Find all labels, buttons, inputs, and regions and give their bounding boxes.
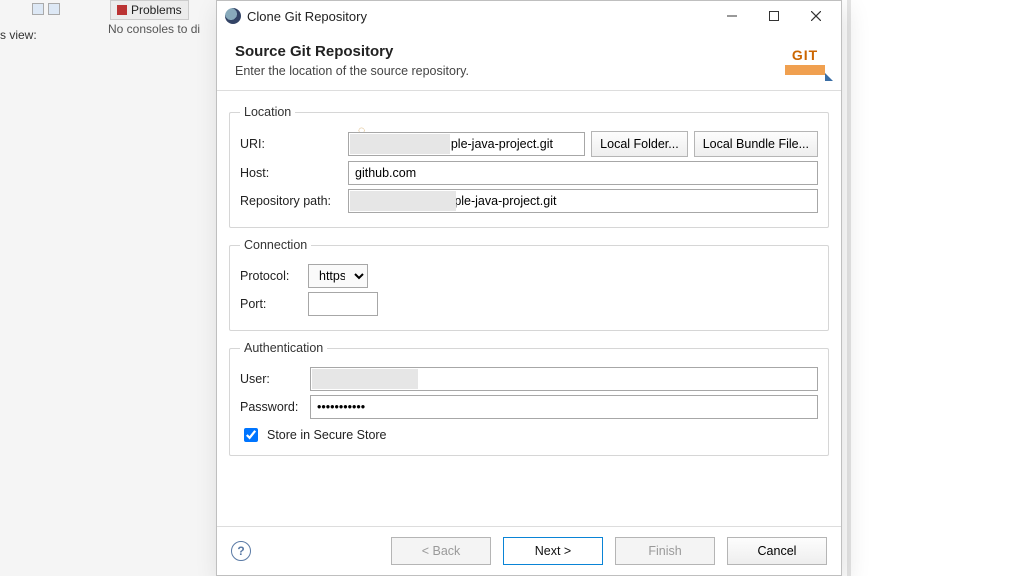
back-button[interactable]: < Back xyxy=(391,537,491,565)
store-secure-row[interactable]: Store in Secure Store xyxy=(240,425,818,445)
uri-label: URI: xyxy=(240,137,342,151)
wizard-header: Source Git Repository Enter the location… xyxy=(217,31,841,91)
bg-noconsole-text: No consoles to di xyxy=(108,22,200,36)
help-icon: ? xyxy=(237,544,244,558)
host-label: Host: xyxy=(240,166,342,180)
connection-group: Connection Protocol: https Port: xyxy=(229,238,829,331)
bg-view-suffix: s view: xyxy=(0,28,37,42)
protocol-label: Protocol: xyxy=(240,269,302,283)
user-label: User: xyxy=(240,372,304,386)
close-icon xyxy=(811,11,821,21)
bg-toolbar-icons xyxy=(32,3,60,15)
port-label: Port: xyxy=(240,297,302,311)
password-input[interactable] xyxy=(310,395,818,419)
wizard-footer: ? < Back Next > Finish Cancel xyxy=(217,526,841,575)
next-button[interactable]: Next > xyxy=(503,537,603,565)
maximize-icon xyxy=(769,11,779,21)
clone-git-dialog: Clone Git Repository Source Git Reposito… xyxy=(216,0,842,576)
location-group: Location ◌ URI: Local Folder... Local Bu… xyxy=(229,105,829,228)
dialog-title: Clone Git Repository xyxy=(247,9,711,24)
cancel-button[interactable]: Cancel xyxy=(727,537,827,565)
protocol-select[interactable]: https xyxy=(308,264,368,288)
host-input[interactable] xyxy=(348,161,818,185)
bg-editor-border xyxy=(847,0,851,576)
maximize-button[interactable] xyxy=(753,2,795,30)
password-label: Password: xyxy=(240,400,304,414)
minimize-icon xyxy=(727,11,737,21)
close-button[interactable] xyxy=(795,2,837,30)
problems-icon xyxy=(117,5,127,15)
local-folder-button[interactable]: Local Folder... xyxy=(591,131,688,157)
authentication-legend: Authentication xyxy=(240,341,327,355)
repo-path-input[interactable] xyxy=(348,189,818,213)
repo-path-label: Repository path: xyxy=(240,194,342,208)
store-secure-label: Store in Secure Store xyxy=(267,428,387,442)
git-badge-text: GIT xyxy=(792,47,818,63)
header-title: Source Git Repository xyxy=(235,43,823,60)
store-secure-checkbox[interactable] xyxy=(244,428,258,442)
titlebar: Clone Git Repository xyxy=(217,1,841,31)
eclipse-icon xyxy=(225,8,241,24)
bg-problems-tab: Problems xyxy=(110,0,189,20)
header-subtitle: Enter the location of the source reposit… xyxy=(235,64,823,78)
bg-problems-label: Problems xyxy=(131,3,182,17)
git-badge: GIT xyxy=(779,41,831,81)
finish-button[interactable]: Finish xyxy=(615,537,715,565)
location-legend: Location xyxy=(240,105,295,119)
wizard-body: Location ◌ URI: Local Folder... Local Bu… xyxy=(217,91,841,526)
help-button[interactable]: ? xyxy=(231,541,251,561)
port-input[interactable] xyxy=(308,292,378,316)
user-input[interactable] xyxy=(310,367,818,391)
uri-input[interactable] xyxy=(348,132,585,156)
minimize-button[interactable] xyxy=(711,2,753,30)
local-bundle-button[interactable]: Local Bundle File... xyxy=(694,131,818,157)
authentication-group: Authentication User: Password: Store in … xyxy=(229,341,829,456)
connection-legend: Connection xyxy=(240,238,311,252)
